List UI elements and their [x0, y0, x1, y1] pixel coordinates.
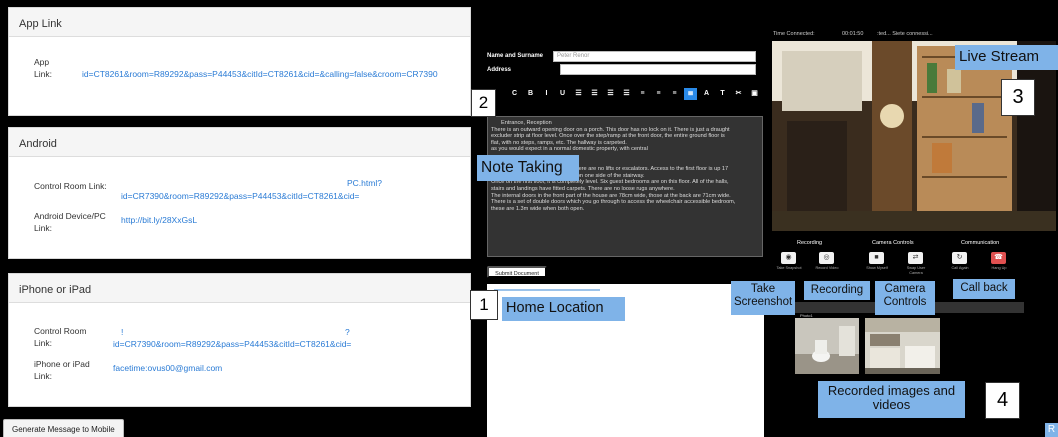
show-myself-label: Show Myself	[866, 266, 888, 270]
align-center-icon[interactable]: ≡	[652, 88, 665, 100]
bold-icon[interactable]: B	[524, 88, 537, 100]
marker-2: 2	[471, 89, 496, 117]
time-connected-label: Time Connected:	[773, 31, 815, 37]
outdent-icon[interactable]: ☰	[604, 88, 617, 100]
underline-icon[interactable]: U	[556, 88, 569, 100]
notes-editor[interactable]: Entrance, Reception There is an outward …	[487, 116, 763, 257]
recording-section-title: Recording	[797, 240, 823, 246]
swap-camera-label: Swap User Camera	[906, 266, 926, 275]
take-screenshot-callout: Take Screenshot	[731, 281, 795, 315]
recording-callout: Recording	[804, 281, 870, 300]
editor-line: these are 1.3m wide when both open.	[491, 205, 585, 212]
android-device-label-2: Link:	[34, 223, 52, 233]
camera-controls-section-title: Camera Controls	[872, 240, 914, 246]
ios-device-url[interactable]: facetime:ovus00@gmail.com	[113, 363, 222, 374]
corner-badge: R	[1045, 423, 1058, 437]
control-room-link-label: Control Room Link:	[34, 181, 107, 191]
align-right-icon[interactable]: ≡	[668, 88, 681, 100]
screenshot-root: App Link App Link: id=CT8261&room=R89292…	[0, 0, 1058, 437]
ios-control-room-label-2: Link:	[34, 338, 52, 348]
generate-message-button[interactable]: Generate Message to Mobile	[3, 419, 124, 437]
camera-icon[interactable]: ◉	[781, 252, 796, 264]
panel-title: Android	[9, 128, 470, 157]
live-stream-callout: Live Stream	[955, 45, 1058, 70]
app-link-url[interactable]: id=CT8261&room=R89292&pass=P44453&citId=…	[82, 69, 438, 80]
tool-icon[interactable]: C	[508, 88, 521, 100]
marker-3: 3	[1001, 79, 1035, 116]
image-icon[interactable]: ▣	[748, 88, 761, 100]
panel-title: App Link	[9, 8, 470, 37]
recorded-thumbnail[interactable]	[795, 318, 859, 374]
app-link-label-2: Link:	[34, 69, 52, 79]
name-input[interactable]: Peter Renor	[553, 51, 756, 62]
editor-line: as you would expect in a normal domestic…	[491, 146, 648, 153]
video-icon[interactable]: ■	[869, 252, 884, 264]
android-device-url[interactable]: http://bit.ly/28XxGsL	[121, 215, 197, 226]
font-color-icon[interactable]: A	[700, 88, 713, 100]
iphone-panel: iPhone or iPad Control Room Link: ! ? id…	[8, 273, 471, 407]
italic-icon[interactable]: I	[540, 88, 553, 100]
recorded-thumbnail[interactable]	[865, 318, 940, 374]
control-room-link-url[interactable]: id=CR7390&room=R89292&pass=P44453&citId=…	[121, 191, 359, 202]
note-taking-callout: Note Taking	[477, 155, 579, 181]
font-size-icon[interactable]: T	[716, 88, 729, 100]
editor-line: stairs and landings have fitted carpets.…	[491, 185, 675, 192]
panel-title: iPhone or iPad	[9, 274, 470, 303]
name-label: Name and Surname	[487, 53, 544, 59]
number-list-icon[interactable]: ☰	[588, 88, 601, 100]
editor-line: Entrance, Reception	[501, 120, 552, 126]
android-panel: Android Control Room Link: PC.html? id=C…	[8, 127, 471, 259]
ios-control-room-url-top-left[interactable]: !	[121, 327, 123, 338]
editor-line: excluder strip at floor level. Once over…	[491, 133, 725, 140]
cut-icon[interactable]: ✂	[732, 88, 745, 100]
bathroom-image	[795, 318, 859, 374]
android-device-label: Android Device/PC	[34, 211, 106, 221]
swap-icon[interactable]: ⇄	[908, 252, 923, 264]
editor-toolbar: C B I U ☰ ☰ ☰ ☰ ≡ ≡ ≡ ≣ A T ✂ ▣	[508, 88, 766, 100]
align-justify-icon[interactable]: ≣	[684, 88, 697, 100]
communication-section-title: Communication	[961, 240, 1000, 246]
time-connected-value: 00:01:50	[842, 31, 864, 37]
hang-up-label: Hang Up	[991, 266, 1007, 270]
indent-icon[interactable]: ☰	[620, 88, 633, 100]
address-label: Address	[487, 67, 512, 73]
marker-1: 1	[470, 290, 498, 320]
address-input[interactable]	[560, 64, 756, 75]
editor-line: There is a set of double doors which you…	[491, 199, 736, 206]
app-link-panel: App Link App Link: id=CT8261&room=R89292…	[8, 7, 471, 116]
kitchen-image	[865, 318, 940, 374]
ios-device-label-2: Link:	[34, 371, 52, 381]
editor-line: There is an outward opening door on a po…	[491, 126, 730, 133]
bullet-list-icon[interactable]: ☰	[572, 88, 585, 100]
take-snapshot-label: Take Snapshot	[776, 266, 802, 270]
control-room-link-url-top[interactable]: PC.html?	[347, 178, 382, 189]
ios-device-label: iPhone or iPad	[34, 359, 90, 369]
marker-4: 4	[985, 382, 1020, 419]
recorded-images-callout: Recorded images and videos	[818, 381, 965, 418]
call-back-callout: Call back	[953, 279, 1015, 299]
editor-line: flat, with no steps, ramps, etc. The hal…	[491, 139, 627, 146]
record-icon[interactable]: ◎	[819, 252, 834, 264]
map-line	[494, 289, 600, 291]
camera-controls-callout: Camera Controls	[875, 281, 935, 315]
connection-status: :ted... Siete connessi...	[877, 31, 933, 37]
submit-document-button[interactable]: Submit Document	[487, 266, 547, 278]
refresh-icon[interactable]: ↻	[952, 252, 967, 264]
editor-line: The internal doors in the front part of …	[491, 192, 731, 199]
call-again-label: Call Again	[951, 266, 969, 270]
align-left-icon[interactable]: ≡	[636, 88, 649, 100]
app-link-label: App	[34, 57, 50, 67]
ios-control-room-label: Control Room	[34, 326, 87, 336]
hangup-icon[interactable]: ☎	[991, 252, 1006, 264]
record-video-label: Record Video	[815, 266, 839, 270]
home-location-callout: Home Location	[502, 297, 625, 321]
ios-control-room-url[interactable]: id=CR7390&room=R89292&pass=P44453&citId=…	[113, 339, 351, 350]
ios-control-room-url-top-right[interactable]: ?	[345, 327, 350, 338]
